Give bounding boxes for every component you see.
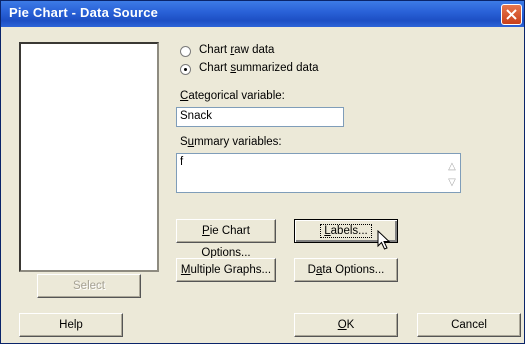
summary-variables-value: f [180, 156, 184, 168]
summary-variables-field[interactable]: f △ ▽ [176, 153, 461, 193]
scroll-down-icon[interactable]: ▽ [445, 176, 459, 190]
labels-focus-rect: Labels... [320, 224, 372, 238]
radio-button-unchecked[interactable] [180, 46, 191, 57]
categorical-variable-field[interactable]: Snack [176, 107, 344, 127]
cancel-button[interactable]: Cancel [417, 313, 521, 337]
data-options-button[interactable]: Data Options... [294, 258, 398, 282]
categorical-variable-label: Categorical variable: [180, 90, 285, 102]
window-title: Pie Chart - Data Source [9, 5, 159, 20]
chart-raw-data-label: Chart raw data [199, 44, 275, 56]
chart-summarized-data-label: Chart summarized data [199, 62, 319, 74]
pie-chart-data-source-dialog: Pie Chart - Data Source Chart raw data C… [0, 0, 525, 344]
variable-listbox[interactable] [19, 42, 159, 272]
radio-button-checked[interactable] [180, 64, 191, 75]
multiple-graphs-button[interactable]: Multiple Graphs... [176, 258, 276, 282]
scroll-up-icon[interactable]: △ [445, 160, 459, 174]
categorical-variable-value: Snack [180, 110, 212, 122]
pie-chart-options-button[interactable]: Pie Chart Options... [176, 219, 276, 259]
help-button[interactable]: Help [19, 313, 123, 337]
chart-summarized-data-radio[interactable]: Chart summarized data [180, 62, 440, 78]
title-bar[interactable]: Pie Chart - Data Source [1, 1, 524, 27]
close-icon [506, 9, 517, 20]
mouse-pointer-icon [377, 230, 391, 250]
ok-button[interactable]: OK [294, 313, 398, 337]
chart-raw-data-radio[interactable]: Chart raw data [180, 44, 440, 60]
summary-variables-label: Summary variables: [180, 136, 282, 148]
select-button[interactable]: Select [37, 274, 141, 298]
close-button[interactable] [501, 4, 522, 25]
